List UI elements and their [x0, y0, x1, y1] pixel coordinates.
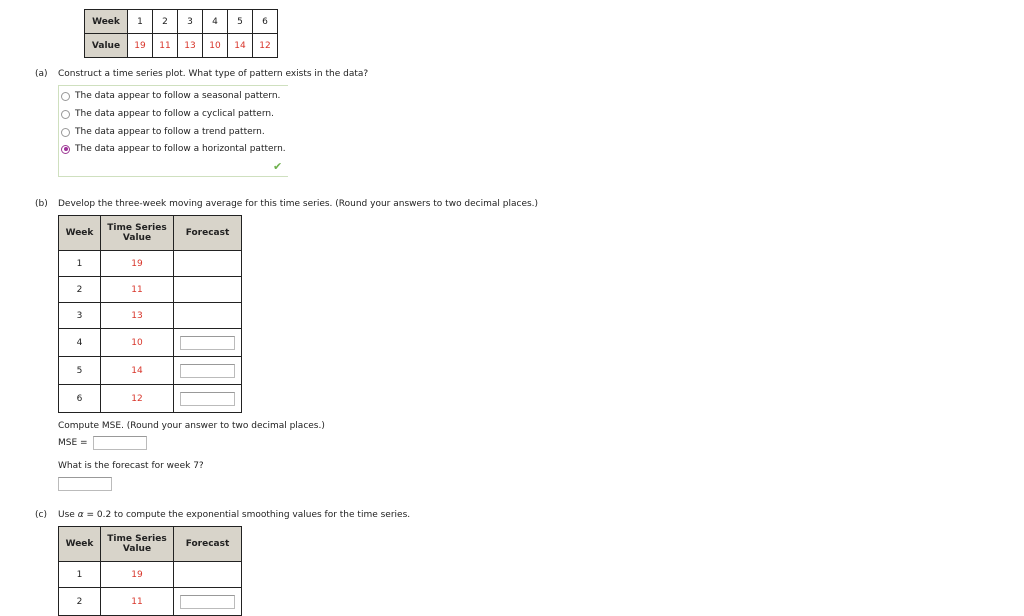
radio-button[interactable]	[61, 109, 70, 119]
value-header: Value	[84, 33, 128, 58]
option-label: The data appear to follow a cyclical pat…	[75, 109, 274, 119]
week-cell: 1	[127, 9, 153, 34]
table-row: 2 11	[58, 276, 242, 303]
week-header: Week	[84, 9, 128, 34]
week-row: Week 1 2 3 4 5 6	[84, 9, 278, 34]
header-line: Time Series	[107, 223, 167, 233]
forecast-cell	[173, 587, 242, 616]
value-row: Value 19 11 13 10 14 12	[84, 33, 278, 58]
part-b-question: Develop the three-week moving average fo…	[58, 199, 539, 209]
mse-prompt: Compute MSE. (Round your answer to two d…	[58, 421, 325, 431]
value-cell: 14	[227, 33, 253, 58]
option-cyclical[interactable]: The data appear to follow a cyclical pat…	[61, 107, 274, 121]
forecast-cell	[173, 276, 242, 303]
header-line: Value	[122, 233, 152, 243]
moving-average-table: Week Time Series Value Forecast 1 19 2 1…	[58, 215, 242, 413]
week-cell: 2	[152, 9, 178, 34]
forecast-cell	[173, 328, 242, 357]
option-trend[interactable]: The data appear to follow a trend patter…	[61, 125, 265, 139]
header-week: Week	[58, 215, 101, 251]
question-prefix: Use	[58, 510, 78, 520]
mse-label: MSE =	[58, 438, 88, 448]
part-c-question: Use α = 0.2 to compute the exponential s…	[58, 510, 410, 520]
part-a-label: (a)	[35, 69, 48, 79]
checkmark-icon: ✔	[273, 160, 283, 173]
table-row: 2 11	[58, 587, 242, 616]
week7-prompt: What is the forecast for week 7?	[58, 461, 204, 471]
table-row: 6 12	[58, 384, 242, 413]
exponential-smoothing-table: Week Time Series Value Forecast 1 19 2 1…	[58, 526, 242, 616]
week-cell: 1	[58, 561, 101, 588]
week-cell: 2	[58, 587, 101, 616]
value-cell: 10	[202, 33, 228, 58]
header-forecast: Forecast	[173, 526, 242, 562]
part-a-question: Construct a time series plot. What type …	[58, 69, 369, 79]
forecast-cell	[173, 250, 242, 277]
week-cell: 6	[252, 9, 278, 34]
header-time-series-value: Time Series Value	[100, 215, 174, 251]
option-label: The data appear to follow a horizontal p…	[75, 144, 286, 154]
value-cell: 12	[100, 384, 174, 413]
data-table: Week 1 2 3 4 5 6 Value 19 11 13 10 14 12	[84, 9, 278, 58]
week-cell: 5	[58, 356, 101, 385]
part-a-answer-box: The data appear to follow a seasonal pat…	[58, 85, 288, 177]
value-cell: 12	[252, 33, 278, 58]
value-cell: 19	[100, 250, 174, 277]
week-cell: 3	[58, 302, 101, 329]
option-label: The data appear to follow a seasonal pat…	[75, 91, 281, 101]
week-cell: 5	[227, 9, 253, 34]
header-forecast: Forecast	[173, 215, 242, 251]
table-header-row: Week Time Series Value Forecast	[58, 526, 242, 562]
forecast-cell	[173, 356, 242, 385]
radio-button-selected[interactable]	[61, 144, 70, 154]
value-cell: 13	[100, 302, 174, 329]
forecast-cell	[173, 384, 242, 413]
value-cell: 11	[100, 587, 174, 616]
table-row: 1 19	[58, 561, 242, 588]
option-seasonal[interactable]: The data appear to follow a seasonal pat…	[61, 89, 280, 103]
forecast-input-week-6[interactable]	[180, 391, 235, 406]
forecast-cell	[173, 561, 242, 588]
radio-button[interactable]	[61, 91, 70, 101]
header-week: Week	[58, 526, 101, 562]
value-cell: 19	[100, 561, 174, 588]
week7-forecast-input[interactable]	[58, 477, 112, 491]
table-header-row: Week Time Series Value Forecast	[58, 215, 242, 251]
week-cell: 6	[58, 384, 101, 413]
week-cell: 4	[202, 9, 228, 34]
value-cell: 14	[100, 356, 174, 385]
header-line: Time Series	[107, 534, 167, 544]
header-line: Value	[122, 544, 152, 554]
value-cell: 10	[100, 328, 174, 357]
table-row: 3 13	[58, 302, 242, 329]
value-cell: 11	[100, 276, 174, 303]
table-row: 1 19	[58, 250, 242, 277]
es-forecast-input-week-2[interactable]	[180, 594, 235, 609]
forecast-input-week-5[interactable]	[180, 363, 235, 378]
mse-row: MSE =	[58, 436, 147, 450]
mse-input[interactable]	[92, 436, 147, 450]
value-cell: 11	[152, 33, 178, 58]
part-c-label: (c)	[35, 510, 47, 520]
question-suffix: = 0.2 to compute the exponential smoothi…	[83, 510, 411, 520]
week-cell: 4	[58, 328, 101, 357]
forecast-cell	[173, 302, 242, 329]
week-cell: 3	[177, 9, 203, 34]
table-row: 4 10	[58, 328, 242, 357]
table-row: 5 14	[58, 356, 242, 385]
value-cell: 19	[127, 33, 153, 58]
option-horizontal[interactable]: The data appear to follow a horizontal p…	[61, 142, 286, 156]
week-cell: 2	[58, 276, 101, 303]
value-cell: 13	[177, 33, 203, 58]
part-b-label: (b)	[35, 199, 48, 209]
week-cell: 1	[58, 250, 101, 277]
header-time-series-value: Time Series Value	[100, 526, 174, 562]
radio-button[interactable]	[61, 127, 70, 137]
forecast-input-week-4[interactable]	[180, 335, 235, 350]
option-label: The data appear to follow a trend patter…	[75, 127, 265, 137]
